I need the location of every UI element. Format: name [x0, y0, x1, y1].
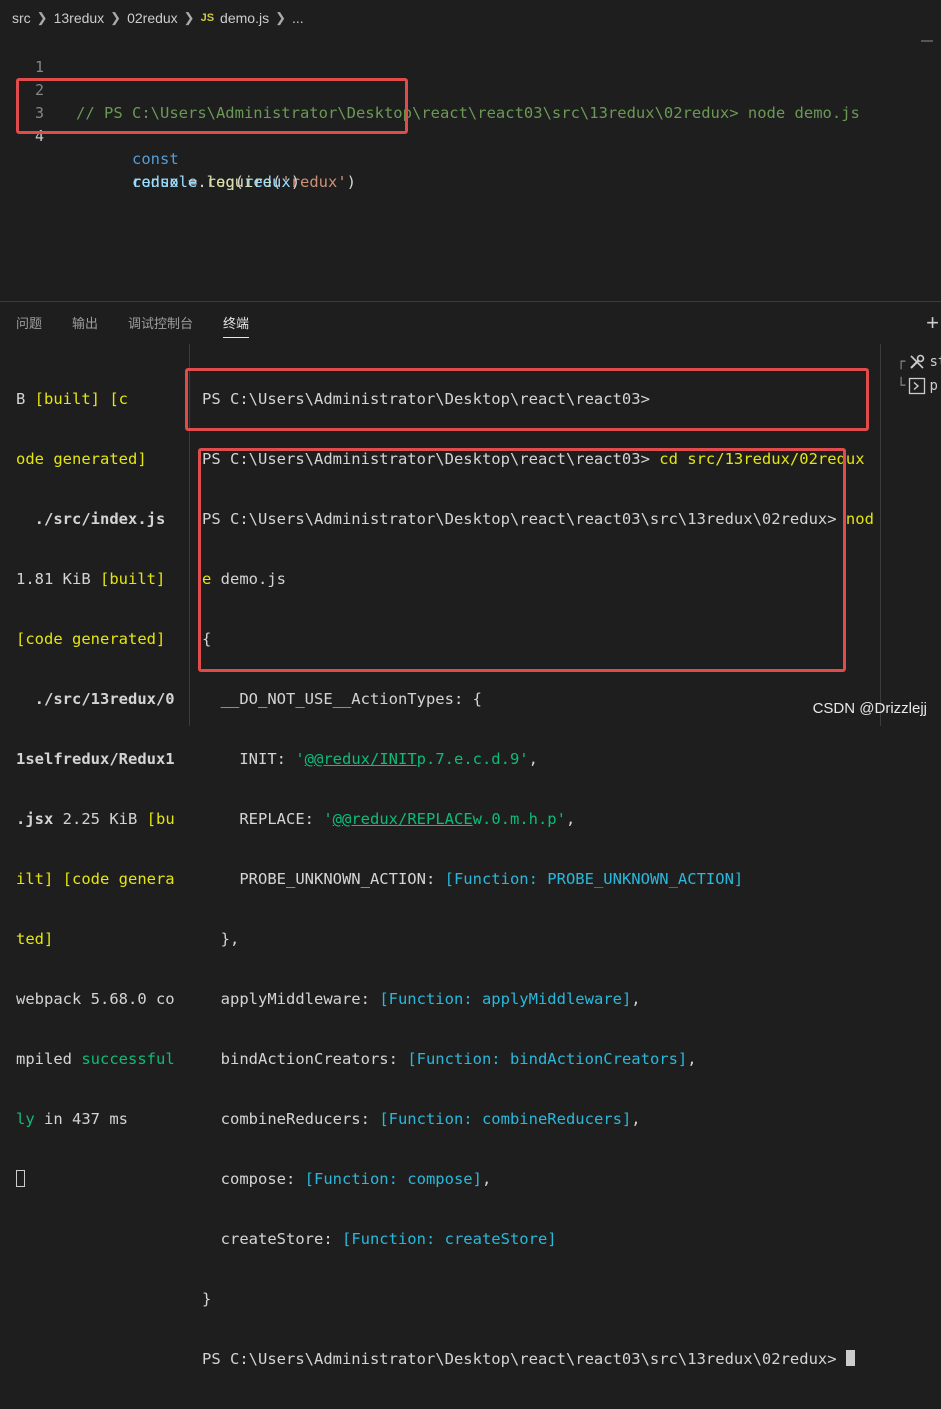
- chevron-right-icon: ❯: [275, 10, 286, 25]
- terminal-line: }: [202, 1290, 212, 1308]
- terminal-line: },: [202, 930, 240, 948]
- terminal-line: compose: [Function: compose],: [202, 1170, 492, 1188]
- chevron-right-icon: ❯: [36, 10, 48, 25]
- terminal-link[interactable]: @@redux/REPLACE: [333, 810, 473, 828]
- terminal-line: 1.81 KiB [built]: [16, 570, 166, 588]
- tab-debug-console[interactable]: 调试控制台: [128, 302, 193, 344]
- object-console: console: [132, 173, 198, 191]
- breadcrumb-item-13redux[interactable]: 13redux: [54, 10, 105, 26]
- terminal-line: PS C:\Users\Administrator\Desktop\react\…: [202, 1349, 882, 1369]
- tab-terminal[interactable]: 终端: [223, 302, 250, 344]
- highlight-box-code: [16, 78, 408, 134]
- terminal-line: .jsx 2.25 KiB [bu: [16, 810, 175, 828]
- terminal-line: webpack 5.68.0 co: [16, 990, 175, 1008]
- terminal-line: ilt] [code genera: [16, 870, 175, 888]
- chevron-right-icon: ❯: [183, 10, 195, 25]
- breadcrumb-item-file[interactable]: demo.js: [220, 10, 269, 26]
- tools-icon: [910, 354, 925, 369]
- function-log: log: [206, 173, 235, 191]
- paren-close: ): [346, 173, 357, 191]
- terminal-line: __DO_NOT_USE__ActionTypes: {: [202, 690, 482, 708]
- code-line-2[interactable]: 2 // PS C:\Users\Administrator\Desktop\r…: [0, 56, 860, 122]
- watermark: CSDN @Drizzlejj: [812, 700, 927, 717]
- terminal-line: 1selfredux/Redux1: [16, 750, 175, 768]
- breadcrumb-item-02redux[interactable]: 02redux: [127, 10, 178, 26]
- terminal-line: ./src/13redux/0: [16, 690, 175, 708]
- terminal-line: createStore: [Function: createStore]: [202, 1230, 557, 1248]
- breadcrumb-item-src[interactable]: src: [12, 10, 31, 26]
- highlight-box-output: [198, 448, 846, 672]
- highlight-box-command: [185, 368, 869, 431]
- breadcrumb: src ❯ 13redux ❯ 02redux ❯ JS demo.js ❯ .…: [0, 0, 941, 36]
- terminal-icon: [909, 377, 926, 395]
- new-terminal-plus-icon[interactable]: +: [926, 310, 939, 336]
- tree-connector-icon: └: [897, 378, 906, 394]
- paren-close: ): [290, 173, 301, 191]
- terminal-line: INIT: '@@redux/INITp.7.e.c.d.9',: [202, 750, 538, 768]
- terminal-line: bindActionCreators: [Function: bindActio…: [202, 1050, 697, 1068]
- terminal-left[interactable]: B [built] [c ode generated] ./src/index.…: [16, 349, 176, 1229]
- terminal-line: PROBE_UNKNOWN_ACTION: [Function: PROBE_U…: [202, 870, 744, 888]
- tab-problems[interactable]: 问题: [16, 302, 42, 344]
- terminal-list: ┌ st └ p: [880, 344, 941, 726]
- terminal-line: [16, 1169, 176, 1189]
- breadcrumb-more[interactable]: ...: [292, 10, 304, 26]
- javascript-file-icon: JS: [200, 12, 215, 24]
- terminal-line: ode generated]: [16, 450, 147, 468]
- minimap-indicator: [921, 40, 933, 42]
- variable-redux: redux: [244, 173, 291, 191]
- terminal-link[interactable]: @@redux/INIT: [305, 750, 417, 768]
- bottom-panel: 问题 输出 调试控制台 终端 + B [built] [c ode genera…: [0, 301, 941, 1368]
- terminal-line: ly in 437 ms: [16, 1110, 128, 1128]
- terminal-line: [code generated]: [16, 630, 166, 648]
- terminal-line: mpiled successful: [16, 1050, 175, 1068]
- tree-connector-icon: ┌: [897, 354, 906, 370]
- terminal-line: applyMiddleware: [Function: applyMiddlew…: [202, 990, 641, 1008]
- code-editor[interactable]: 1 2 // PS C:\Users\Administrator\Desktop…: [0, 36, 941, 301]
- terminal-line: B [built] [c: [16, 390, 128, 408]
- dot: .: [197, 173, 207, 191]
- paren-open: (: [234, 173, 245, 191]
- terminal-cursor: [16, 1170, 25, 1187]
- terminal-line: REPLACE: '@@redux/REPLACEw.0.m.h.p',: [202, 810, 576, 828]
- terminal-list-item[interactable]: └ p: [897, 377, 938, 395]
- terminal-cursor: [845, 1350, 855, 1366]
- terminal-line: combineReducers: [Function: combineReduc…: [202, 1110, 641, 1128]
- tab-output[interactable]: 输出: [72, 302, 98, 344]
- chevron-right-icon: ❯: [110, 10, 122, 25]
- terminal-list-label: p: [929, 378, 938, 394]
- panel-tabs: 问题 输出 调试控制台 终端: [0, 302, 941, 344]
- terminal-line: ted]: [16, 930, 54, 948]
- code-line-1[interactable]: 1: [0, 33, 44, 76]
- terminal-list-item[interactable]: ┌ st: [897, 353, 941, 371]
- terminal-line: ./src/index.js: [16, 510, 166, 528]
- terminal-list-label: st: [929, 354, 941, 370]
